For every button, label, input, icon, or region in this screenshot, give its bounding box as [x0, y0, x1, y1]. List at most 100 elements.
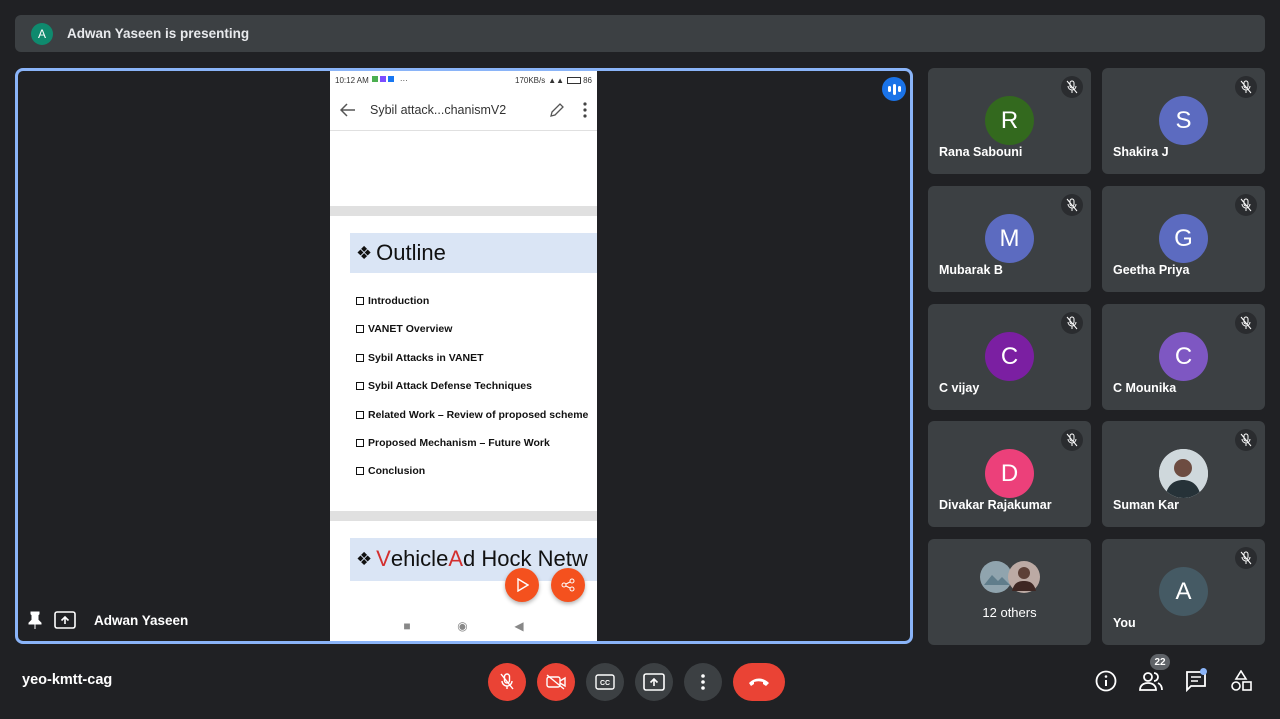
avatar: G: [1159, 214, 1208, 263]
checkbox-bullet-icon: [356, 297, 364, 305]
outline-list: Introduction VANET Overview Sybil Attack…: [356, 295, 597, 494]
camera-toggle-button[interactable]: [537, 663, 575, 701]
muted-mic-icon: [1061, 76, 1083, 98]
checkbox-bullet-icon: [356, 410, 364, 419]
activities-icon: [1231, 670, 1252, 691]
shared-phone-screen: 10:12 AM ··· 170KB/s ▲▲ 86 Sybil attack.…: [330, 71, 597, 641]
others-count: 12 others: [982, 605, 1037, 620]
participant-tile[interactable]: C C Mounika: [1102, 304, 1265, 410]
muted-mic-icon: [1061, 194, 1083, 216]
avatar: C: [1159, 332, 1208, 381]
checkbox-bullet-icon: [356, 467, 364, 476]
present-now-button[interactable]: [635, 663, 673, 701]
list-item: VANET Overview: [356, 323, 597, 351]
chat-notification-dot: [1200, 668, 1207, 675]
activities-button[interactable]: [1228, 668, 1254, 694]
participant-name: Shakira J: [1113, 145, 1169, 159]
participant-tile[interactable]: R Rana Sabouni: [928, 68, 1091, 174]
home-icon[interactable]: ◉: [457, 619, 467, 633]
control-bar: yeo-kmtt-cag CC 22: [0, 654, 1280, 706]
outline-heading: ❖ Outline: [350, 233, 597, 273]
phone-status-bar: 10:12 AM ··· 170KB/s ▲▲ 86: [330, 71, 597, 89]
present-to-all-icon: [643, 673, 665, 691]
checkbox-bullet-icon: [356, 353, 364, 362]
back-arrow-icon[interactable]: [340, 102, 356, 117]
android-nav-bar: ■ ◉ ◀: [330, 611, 597, 641]
people-icon: [1139, 672, 1163, 691]
participant-name: C vijay: [939, 381, 980, 395]
participant-tile[interactable]: G Geetha Priya: [1102, 186, 1265, 292]
battery-icon: [567, 76, 582, 84]
participant-tile[interactable]: C C vijay: [928, 304, 1091, 410]
muted-mic-icon: [1061, 312, 1083, 334]
muted-mic-icon: [1235, 194, 1257, 216]
call-end-icon: [749, 678, 769, 686]
speaking-indicator-icon: [882, 77, 906, 101]
presenting-banner: A Adwan Yaseen is presenting: [15, 15, 1265, 52]
list-item: Sybil Attack Defense Techniques: [356, 380, 597, 408]
slide-blank-area: [330, 131, 597, 206]
present-play-button[interactable]: [505, 568, 539, 602]
document-title: Sybil attack...chanismV2: [370, 102, 507, 117]
checkbox-bullet-icon: [356, 438, 364, 447]
meeting-code: yeo-kmtt-cag: [22, 672, 113, 688]
participant-name: Suman Kar: [1113, 498, 1179, 512]
participant-name: Divakar Rajakumar: [939, 498, 1052, 512]
pin-icon[interactable]: [28, 611, 42, 629]
status-notification-icons: ···: [371, 75, 408, 85]
back-icon[interactable]: ◀: [514, 619, 523, 633]
slide-separator: [330, 510, 597, 521]
edit-pencil-icon[interactable]: [549, 102, 565, 118]
participant-name: Mubarak B: [939, 263, 1003, 277]
slide-separator: [330, 206, 597, 216]
participant-tile[interactable]: M Mubarak B: [928, 186, 1091, 292]
info-icon: [1095, 670, 1117, 692]
participant-name: C Mounika: [1113, 381, 1177, 395]
battery-level: 86: [583, 75, 592, 85]
outline-title: Outline: [376, 240, 446, 265]
participant-tile[interactable]: Suman Kar: [1102, 421, 1265, 527]
status-network-speed: 170KB/s: [515, 75, 546, 85]
avatar: M: [985, 214, 1034, 263]
participant-name: Geetha Priya: [1113, 263, 1190, 277]
others-tile[interactable]: 12 others: [928, 539, 1091, 645]
recents-icon[interactable]: ■: [403, 619, 410, 633]
presentation-stage[interactable]: 10:12 AM ··· 170KB/s ▲▲ 86 Sybil attack.…: [15, 68, 913, 644]
self-tile[interactable]: A You: [1102, 539, 1265, 645]
participant-tile[interactable]: S Shakira J: [1102, 68, 1265, 174]
presenter-avatar: A: [31, 22, 53, 45]
mic-toggle-button[interactable]: [488, 663, 526, 701]
muted-mic-icon: [1235, 547, 1257, 569]
diamond-bullet-icon: ❖: [356, 242, 373, 263]
avatar: R: [985, 96, 1034, 145]
docs-app-bar: Sybil attack...chanismV2: [330, 89, 597, 131]
participant-name: You: [1113, 616, 1136, 630]
list-item: Sybil Attacks in VANET: [356, 352, 597, 380]
more-vert-icon[interactable]: [583, 101, 587, 118]
signal-icon: ▲▲: [548, 75, 565, 85]
presenter-bar: Adwan Yaseen: [28, 611, 188, 629]
presenter-name: Adwan Yaseen: [94, 612, 189, 628]
leave-call-button[interactable]: [733, 663, 785, 701]
present-screen-icon: [54, 611, 76, 629]
more-options-button[interactable]: [684, 663, 722, 701]
list-item: Proposed Mechanism – Future Work: [356, 437, 597, 465]
list-item: Conclusion: [356, 465, 597, 493]
camera-off-icon: [546, 674, 566, 690]
checkbox-bullet-icon: [356, 382, 364, 391]
svg-text:CC: CC: [600, 680, 610, 687]
more-vert-icon: [701, 674, 705, 690]
captions-button[interactable]: CC: [586, 663, 624, 701]
participant-tile[interactable]: D Divakar Rajakumar: [928, 421, 1091, 527]
avatar: A: [1159, 567, 1208, 616]
muted-mic-icon: [1235, 76, 1257, 98]
avatar: C: [985, 332, 1034, 381]
share-icon: [561, 578, 575, 592]
participant-name: Rana Sabouni: [939, 145, 1023, 159]
others-avatars: [980, 561, 1040, 593]
participants-button[interactable]: [1138, 668, 1164, 694]
share-button[interactable]: [551, 568, 585, 602]
meeting-details-button[interactable]: [1093, 668, 1119, 694]
avatar-photo: [1159, 449, 1208, 498]
avatar-photo: [1008, 561, 1040, 593]
